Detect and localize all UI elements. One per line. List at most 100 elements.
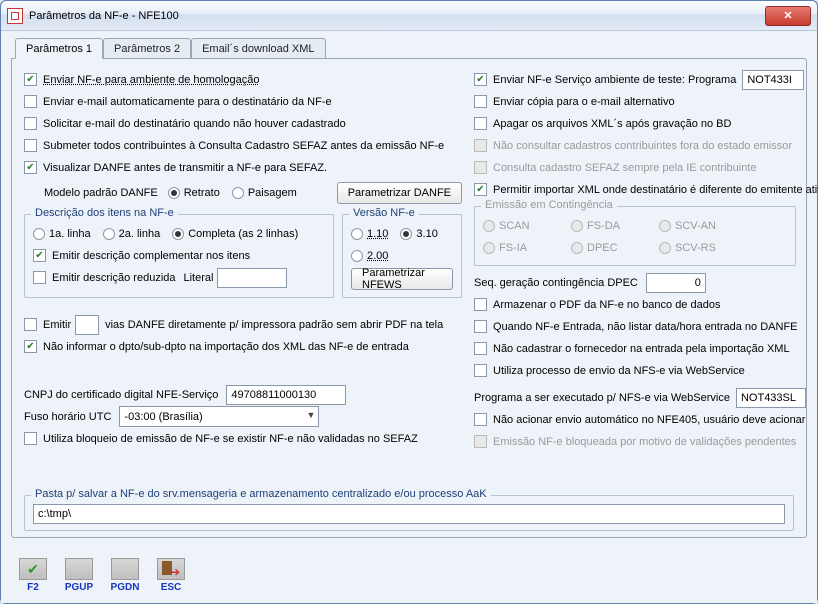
lbl-prog-ws: Programa a ser executado p/ NFS-e via We… xyxy=(474,392,730,404)
radio-retrato[interactable] xyxy=(168,187,180,199)
chk-emitir-reduzida[interactable] xyxy=(33,271,46,284)
btn-parametrizar-nfews[interactable]: Parametrizar NFEWS xyxy=(351,268,453,290)
input-cnpj[interactable] xyxy=(226,385,346,405)
radio-fsda xyxy=(571,220,583,232)
lbl-emitir-complementar: Emitir descrição complementar nos itens xyxy=(52,250,250,262)
lbl-emitir-reduzida: Emitir descrição reduzida xyxy=(52,272,176,284)
chk-armazenar-pdf[interactable] xyxy=(474,298,487,311)
chk-solicitar-email[interactable] xyxy=(24,117,37,130)
chk-emissao-bloqueada xyxy=(474,435,487,448)
lbl-modelo-danfe: Modelo padrão DANFE xyxy=(44,187,158,199)
btn-f2[interactable]: ✔ F2 xyxy=(15,558,51,593)
input-prog-ws[interactable] xyxy=(736,388,806,408)
chk-nao-cad-forn[interactable] xyxy=(474,342,487,355)
radio-v200[interactable] xyxy=(351,250,363,262)
radio-completa[interactable] xyxy=(172,228,184,240)
input-pasta[interactable] xyxy=(33,504,785,524)
lbl-submeter-sefaz: Submeter todos contribuintes à Consulta … xyxy=(43,140,444,152)
tab-parametros-2[interactable]: Parâmetros 2 xyxy=(103,38,191,59)
chk-nao-consultar xyxy=(474,139,487,152)
lbl-nao-cad-forn: Não cadastrar o fornecedor na entrada pe… xyxy=(493,343,790,355)
lbl-emissao-bloqueada: Emissão NF-e bloqueada por motivo de val… xyxy=(493,436,796,448)
lbl-apagar-xml: Apagar os arquivos XML´s após gravação n… xyxy=(493,118,731,130)
lbl-seq-dpec: Seq. geração contingência DPEC xyxy=(474,277,638,289)
lbl-scvan: SCV-AN xyxy=(675,220,716,232)
lbl-consulta-ie: Consulta cadastro SEFAZ sempre pela IE c… xyxy=(493,162,757,174)
radio-paisagem[interactable] xyxy=(232,187,244,199)
chk-webservice[interactable] xyxy=(474,364,487,377)
chk-servico-teste[interactable] xyxy=(474,73,487,86)
select-fuso[interactable]: -03:00 (Brasília) xyxy=(119,406,319,427)
lbl-scvrs: SCV-RS xyxy=(675,242,716,254)
chk-entrada-data[interactable] xyxy=(474,320,487,333)
lbl-vias-rest: vias DANFE diretamente p/ impressora pad… xyxy=(105,319,443,331)
tab-parametros-1[interactable]: Parâmetros 1 xyxy=(15,38,103,59)
chk-nao-acionar[interactable] xyxy=(474,413,487,426)
select-fuso-value: -03:00 (Brasília) xyxy=(124,411,202,423)
chk-consulta-ie xyxy=(474,161,487,174)
lbl-homologacao: Enviar NF-e para ambiente de homologação xyxy=(43,74,259,86)
radio-fsia xyxy=(483,242,495,254)
lbl-webservice: Utiliza processo de envio da NFS-e via W… xyxy=(493,365,745,377)
lbl-paisagem: Paisagem xyxy=(248,187,297,199)
lbl-armazenar-pdf: Armazenar o PDF da NF-e no banco de dado… xyxy=(493,299,720,311)
lbl-nao-acionar: Não acionar envio automático no NFE405, … xyxy=(493,414,805,426)
lbl-fuso: Fuso horário UTC xyxy=(24,411,111,423)
radio-2linha[interactable] xyxy=(103,228,115,240)
radio-scvan xyxy=(659,220,671,232)
chk-bloqueio[interactable] xyxy=(24,432,37,445)
chk-email-auto[interactable] xyxy=(24,95,37,108)
group-descricao-itens: Descrição dos itens na NF-e 1a. linha 2a… xyxy=(24,214,334,298)
exit-icon: ➔ xyxy=(157,558,185,580)
titlebar: Parâmetros da NF-e - NFE100 ✕ xyxy=(1,1,817,31)
input-prog-teste[interactable] xyxy=(742,70,804,90)
input-seq-dpec[interactable] xyxy=(646,273,706,293)
lbl-copia-email: Enviar cópia para o e-mail alternativo xyxy=(493,96,675,108)
chk-homologacao[interactable] xyxy=(24,73,37,86)
lbl-2linha: 2a. linha xyxy=(119,228,161,240)
btn-pgdn[interactable]: PGDN xyxy=(107,558,143,593)
btn-parametrizar-danfe[interactable]: Parametrizar DANFE xyxy=(337,182,462,204)
radio-scan xyxy=(483,220,495,232)
pgdn-icon xyxy=(111,558,139,580)
chk-submeter-sefaz[interactable] xyxy=(24,139,37,152)
lbl-nao-consultar: Não consultar cadastros contribuintes fo… xyxy=(493,140,792,152)
input-literal[interactable] xyxy=(217,268,287,288)
close-button[interactable]: ✕ xyxy=(765,6,811,26)
chk-nao-informar-dpto[interactable] xyxy=(24,340,37,353)
window-title: Parâmetros da NF-e - NFE100 xyxy=(29,10,765,22)
input-vias[interactable] xyxy=(75,315,99,335)
lbl-retrato: Retrato xyxy=(184,187,220,199)
legend-contingencia: Emissão em Contingência xyxy=(481,199,617,211)
lbl-nao-informar-dpto: Não informar o dpto/sub-dpto na importaç… xyxy=(43,341,409,353)
lbl-visualizar-danfe: Visualizar DANFE antes de transmitir a N… xyxy=(43,162,327,174)
group-versao-nfe: Versão NF-e 1.10 3.10 2.00 Paramet xyxy=(342,214,462,298)
radio-1linha[interactable] xyxy=(33,228,45,240)
chk-emitir-complementar[interactable] xyxy=(33,249,46,262)
btn-pgup[interactable]: PGUP xyxy=(61,558,97,593)
tab-page: Enviar NF-e para ambiente de homologação… xyxy=(11,58,807,538)
chk-permitir-importar[interactable] xyxy=(474,183,487,196)
lbl-1linha: 1a. linha xyxy=(49,228,91,240)
legend-versao: Versão NF-e xyxy=(349,207,419,219)
lbl-solicitar-email: Solicitar e-mail do destinatário quando … xyxy=(43,118,346,130)
chk-apagar-xml[interactable] xyxy=(474,117,487,130)
lbl-dpec: DPEC xyxy=(587,242,647,254)
footer-toolbar: ✔ F2 PGUP PGDN ➔ ESC xyxy=(15,558,189,593)
lbl-emitir: Emitir xyxy=(43,319,71,331)
lbl-permitir-importar: Permitir importar XML onde destinatário … xyxy=(493,184,818,196)
chk-visualizar-danfe[interactable] xyxy=(24,161,37,174)
legend-pasta: Pasta p/ salvar a NF-e do srv.mensageria… xyxy=(31,488,491,500)
chk-emitir-vias[interactable] xyxy=(24,318,37,331)
lbl-scan: SCAN xyxy=(499,220,559,232)
lbl-bloqueio: Utiliza bloqueio de emissão de NF-e se e… xyxy=(43,433,418,445)
radio-v110[interactable] xyxy=(351,228,363,240)
lbl-cnpj: CNPJ do certificado digital NFE-Serviço xyxy=(24,389,218,401)
chk-copia-email[interactable] xyxy=(474,95,487,108)
lbl-entrada-data: Quando NF-e Entrada, não listar data/hor… xyxy=(493,321,798,333)
btn-esc[interactable]: ➔ ESC xyxy=(153,558,189,593)
app-icon xyxy=(7,8,23,24)
tab-emails-download-xml[interactable]: Email´s download XML xyxy=(191,38,326,59)
radio-v310[interactable] xyxy=(400,228,412,240)
lbl-fsda: FS-DA xyxy=(587,220,647,232)
